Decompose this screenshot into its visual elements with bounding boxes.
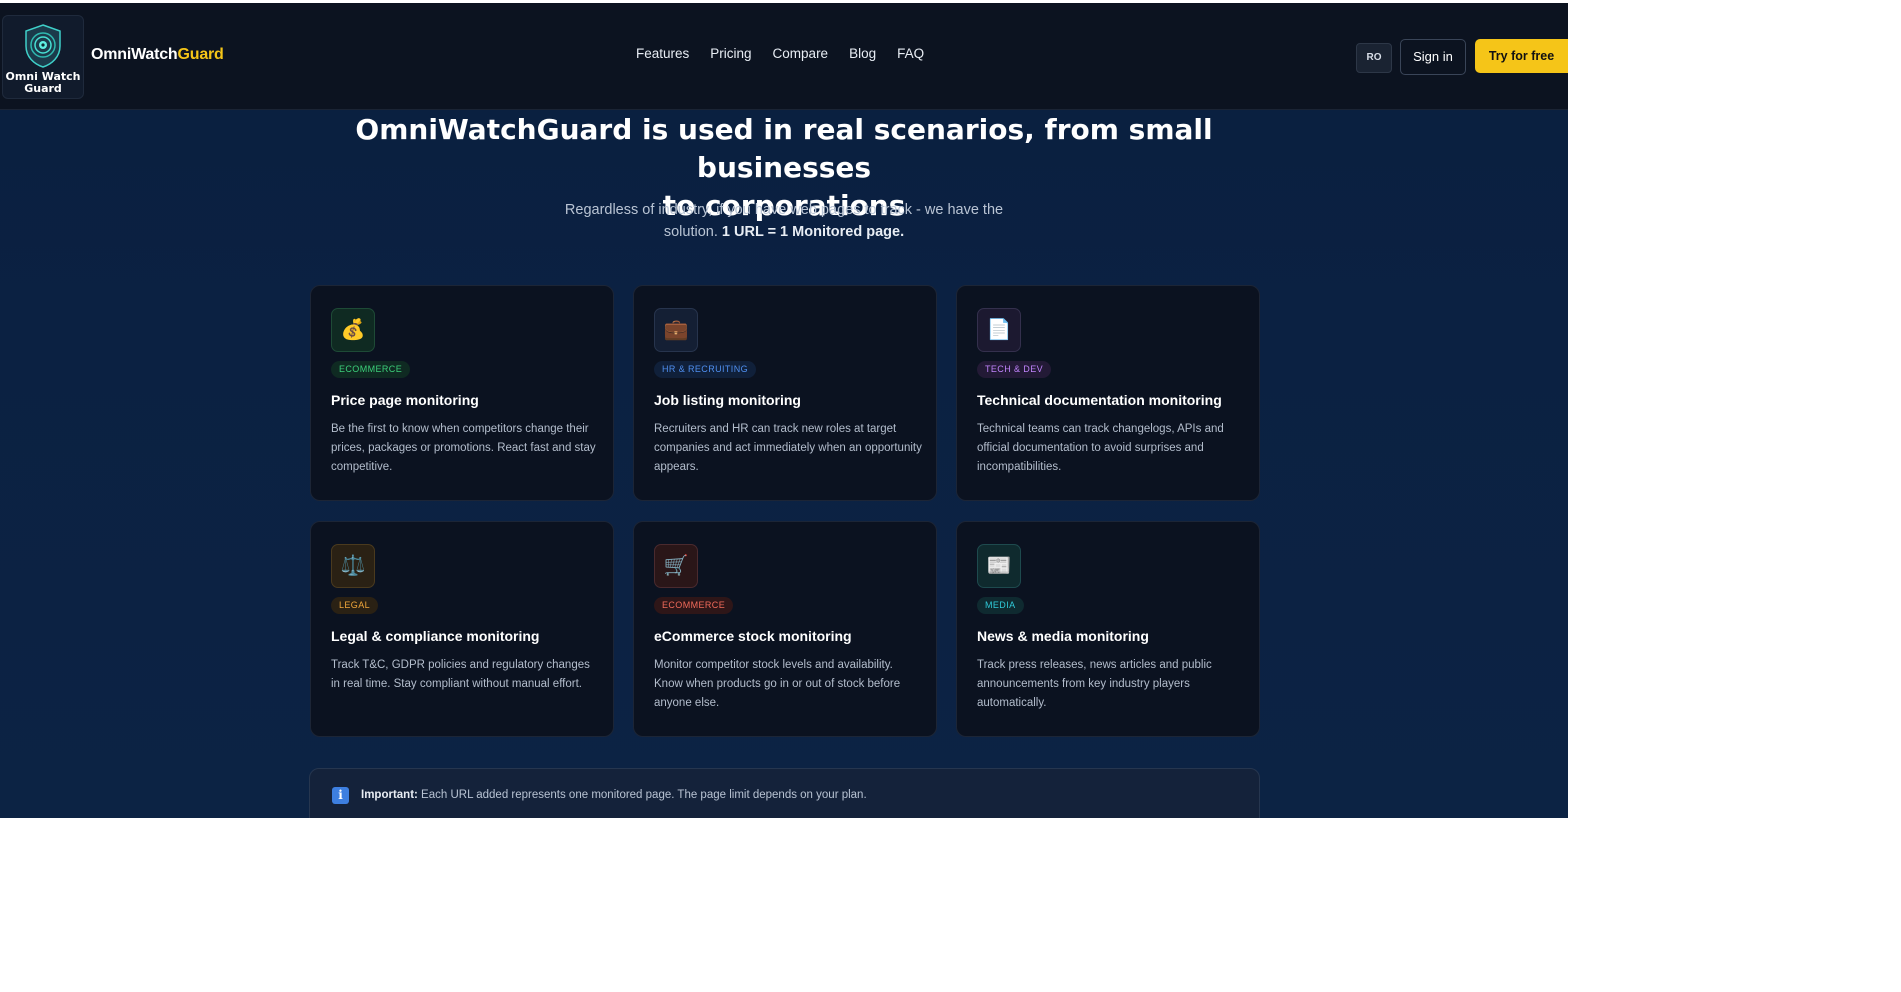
document-icon: 📄 (977, 308, 1021, 352)
sign-in-button[interactable]: Sign in (1400, 39, 1466, 75)
nav-compare[interactable]: Compare (773, 46, 829, 61)
try-for-free-button[interactable]: Try for free (1475, 39, 1568, 73)
main-nav: Features Pricing Compare Blog FAQ (636, 46, 945, 61)
use-case-card: ⚖️ LEGAL Legal & compliance monitoring Trac… (310, 521, 614, 737)
card-title: Job listing monitoring (654, 392, 801, 408)
card-description: Recruiters and HR can track new roles at… (654, 423, 922, 473)
card-title: Price page monitoring (331, 392, 479, 408)
use-case-card: 💰 ECOMMERCE Price page monitoring Be the fi… (310, 285, 614, 501)
card-title: eCommerce stock monitoring (654, 628, 852, 644)
language-button[interactable]: RO (1356, 43, 1392, 73)
card-title: News & media monitoring (977, 628, 1149, 644)
note-text: Important: Each URL added represents one… (361, 789, 867, 801)
shield-eye-icon (25, 24, 61, 68)
card-description: Track press releases, news articles and … (977, 659, 1212, 709)
newspaper-icon: 📰 (977, 544, 1021, 588)
use-case-card: 📰 MEDIA News & media monitoring Track press… (956, 521, 1260, 737)
card-description: Track T&C, GDPR policies and regulatory … (331, 659, 590, 690)
card-description: Monitor competitor stock levels and avai… (654, 659, 901, 709)
card-title: Technical documentation monitoring (977, 392, 1222, 408)
category-tag: LEGAL (331, 597, 379, 614)
nav-faq[interactable]: FAQ (897, 46, 924, 61)
category-tag: ECOMMERCE (654, 597, 734, 614)
use-case-card: 📄 TECH & DEV Technical documentation monit… (956, 285, 1260, 501)
use-case-card: 🛒 ECOMMERCE eCommerce stock monitoring Moni… (633, 521, 937, 737)
nav-features[interactable]: Features (636, 46, 689, 61)
category-tag: TECH & DEV (977, 361, 1052, 378)
site-header: Omni Watch Guard OmniWatchGuard Features… (0, 3, 1568, 110)
brand-name[interactable]: OmniWatchGuard (91, 46, 224, 64)
logo-text: Omni Watch Guard (5, 70, 81, 95)
card-description: Be the first to know when competitors ch… (331, 423, 596, 473)
logo[interactable]: Omni Watch Guard (2, 15, 84, 99)
use-case-card: 💼 HR & RECRUITING Job listing monitoring Re… (633, 285, 937, 501)
category-tag: ECOMMERCE (331, 361, 411, 378)
page-subtitle: Regardless of industry, if you have web … (564, 202, 1004, 240)
money-bag-icon: 💰 (331, 308, 375, 352)
info-icon: i (332, 787, 349, 804)
card-title: Legal & compliance monitoring (331, 628, 540, 644)
briefcase-icon: 💼 (654, 308, 698, 352)
shopping-cart-icon: 🛒 (654, 544, 698, 588)
category-tag: HR & RECRUITING (654, 361, 757, 378)
nav-blog[interactable]: Blog (849, 46, 876, 61)
page: Omni Watch Guard OmniWatchGuard Features… (0, 0, 1568, 818)
scales-icon: ⚖️ (331, 544, 375, 588)
category-tag: MEDIA (977, 597, 1024, 614)
card-description: Technical teams can track changelogs, AP… (977, 423, 1224, 473)
important-note: i Important: Each URL added represents o… (309, 768, 1260, 818)
nav-pricing[interactable]: Pricing (710, 46, 751, 61)
